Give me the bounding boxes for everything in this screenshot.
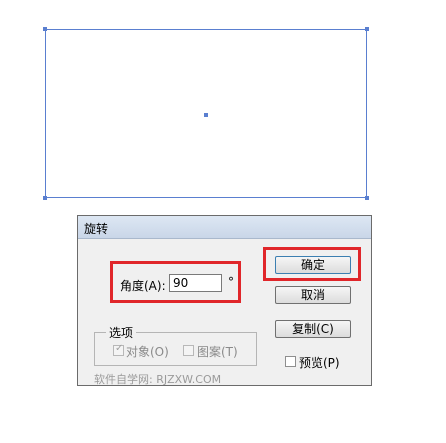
checkmark-icon: ✓: [115, 343, 124, 354]
resize-handle-bottom-left[interactable]: [43, 196, 47, 200]
dialog-title: 旋转: [84, 222, 109, 236]
center-point-icon: [204, 113, 208, 117]
preview-checkbox[interactable]: [285, 356, 296, 367]
patterns-checkbox[interactable]: [183, 345, 194, 356]
resize-handle-top-right[interactable]: [365, 27, 369, 31]
preview-label: 预览(P): [299, 356, 340, 370]
resize-handle-bottom-right[interactable]: [365, 196, 369, 200]
patterns-label: 图案(T): [197, 345, 238, 359]
resize-handle-top-left[interactable]: [43, 27, 47, 31]
ok-highlight-box: [263, 247, 361, 281]
dialog-titlebar[interactable]: 旋转: [78, 216, 371, 239]
angle-highlight-box: [110, 261, 241, 303]
objects-checkbox[interactable]: ✓: [113, 343, 124, 356]
watermark-text: 软件自学网: RJZXW.COM: [94, 373, 222, 386]
objects-label: 对象(O): [126, 345, 169, 359]
copy-button[interactable]: 复制(C): [275, 320, 351, 338]
cancel-button[interactable]: 取消: [275, 286, 351, 304]
options-legend: 选项: [106, 324, 137, 341]
